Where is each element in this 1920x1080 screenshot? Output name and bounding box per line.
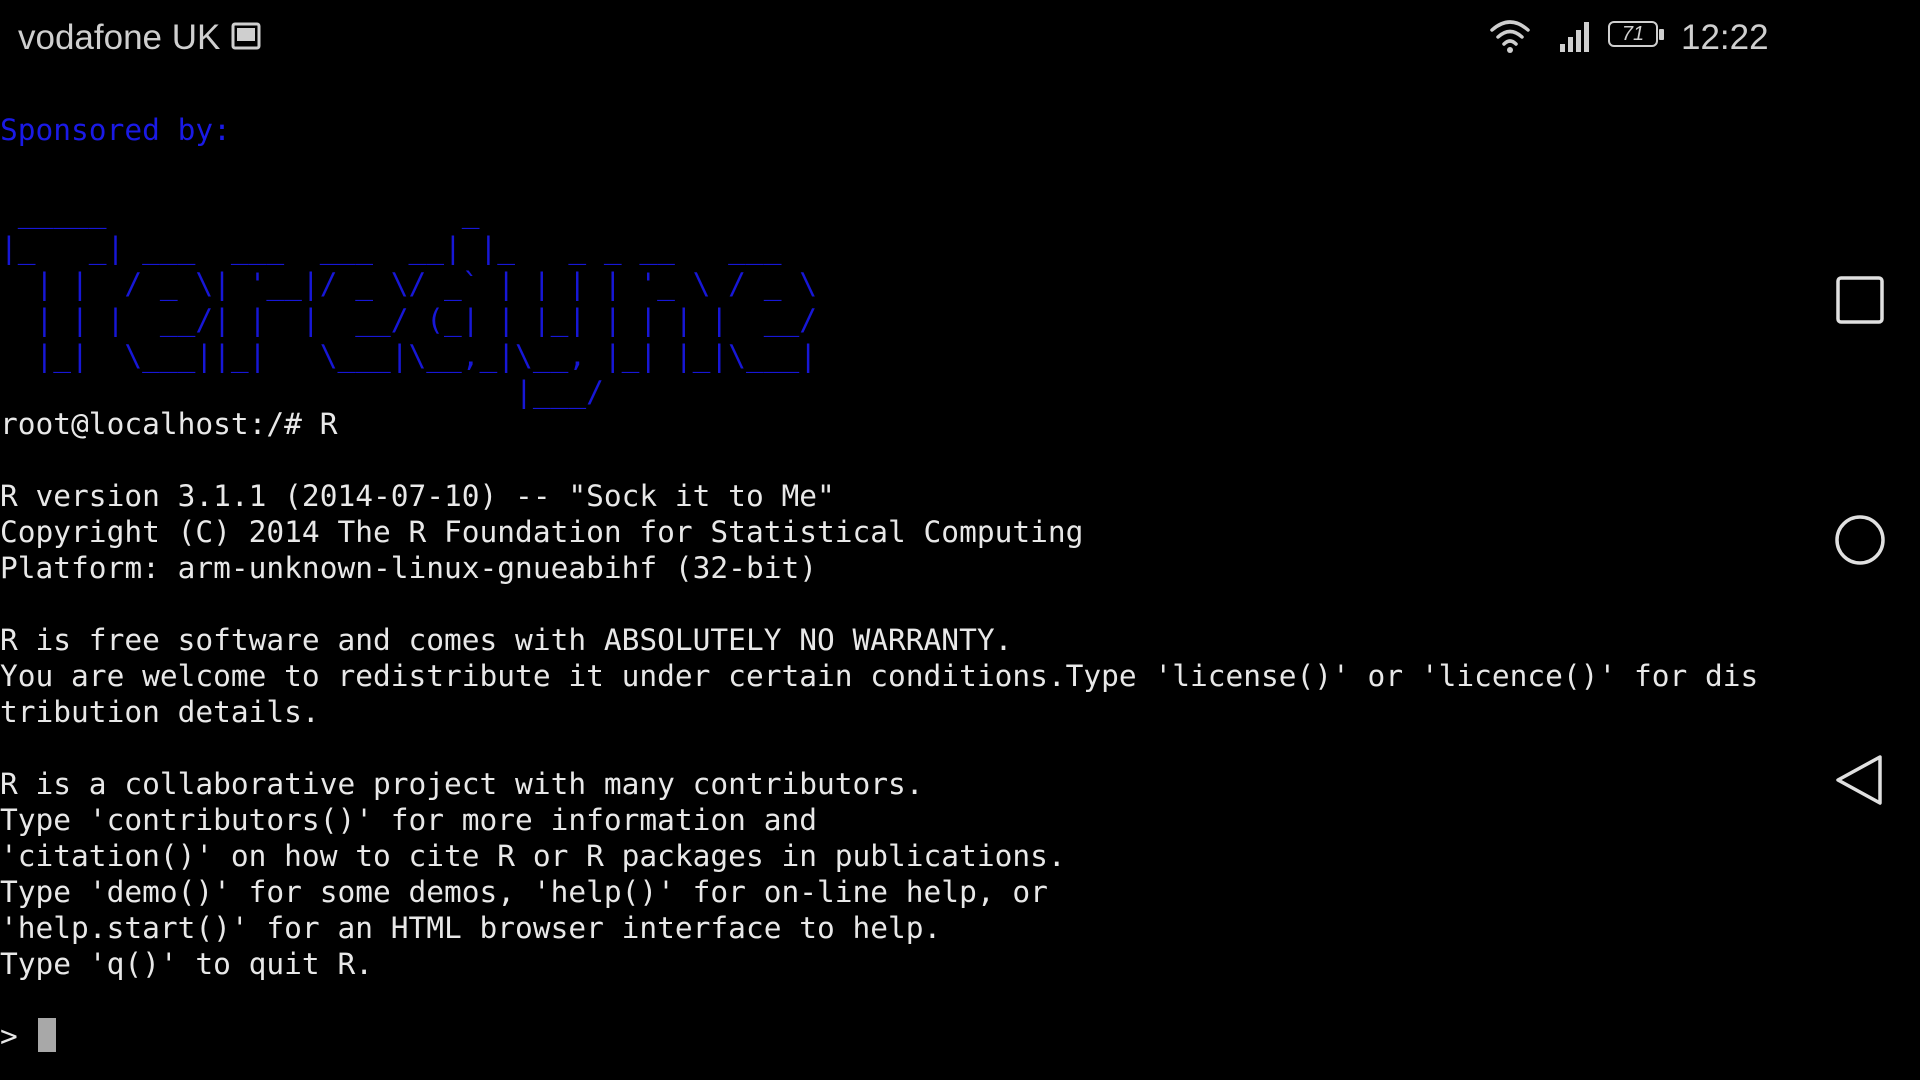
recents-button[interactable] (1832, 272, 1888, 328)
version-line: R version 3.1.1 (2014-07-10) -- "Sock it… (0, 479, 835, 513)
wifi-icon (1489, 18, 1531, 59)
back-button[interactable] (1832, 752, 1888, 808)
help-start-line: 'help.start()' for an HTML browser inter… (0, 911, 942, 945)
back-triangle-icon (1836, 755, 1882, 805)
license-line-wrap: tribution details. (0, 695, 320, 729)
circle-icon (1835, 515, 1885, 565)
copyright-line: Copyright (C) 2014 The R Foundation for … (0, 515, 1084, 549)
collab-line: R is a collaborative project with many c… (0, 767, 924, 801)
prompt-symbol: > (0, 1019, 18, 1053)
demo-line: Type 'demo()' for some demos, 'help()' f… (0, 875, 1048, 909)
platform-line: Platform: arm-unknown-linux-gnueabihf (3… (0, 551, 817, 585)
warranty-line: R is free software and comes with ABSOLU… (0, 623, 1013, 657)
cellular-signal-icon (1558, 18, 1596, 59)
clock: 12:22 (1681, 18, 1769, 57)
battery-icon: 71 (1608, 21, 1664, 49)
square-icon (1836, 276, 1884, 324)
android-screen: vodafone UK 71 12:22 Sponsored by: _____… (0, 0, 1920, 1080)
carrier-name: vodafone UK (18, 18, 221, 57)
contributors-line: Type 'contributors()' for more informati… (0, 803, 817, 837)
battery-level: 71 (1621, 23, 1645, 45)
sponsor-logo-ascii: _____ _ |_ _| ___ ___ ___ __| |_ _ _ __ … (0, 195, 817, 409)
sponsor-label: Sponsored by: (0, 113, 231, 147)
sim-card-icon (230, 22, 264, 57)
quit-line: Type 'q()' to quit R. (0, 947, 373, 981)
text-cursor (37, 1018, 56, 1052)
prompt-line[interactable]: > (0, 1018, 56, 1054)
license-line: You are welcome to redistribute it under… (0, 659, 1759, 693)
home-button[interactable] (1832, 512, 1888, 568)
status-bar: vodafone UK 71 12:22 (0, 0, 1800, 76)
command-line: root@localhost:/# R (0, 407, 338, 441)
navigation-bar (1800, 0, 1920, 1080)
terminal-output[interactable]: Sponsored by: _____ _ |_ _| ___ ___ ___ … (0, 112, 1800, 1080)
citation-line: 'citation()' on how to cite R or R packa… (0, 839, 1066, 873)
